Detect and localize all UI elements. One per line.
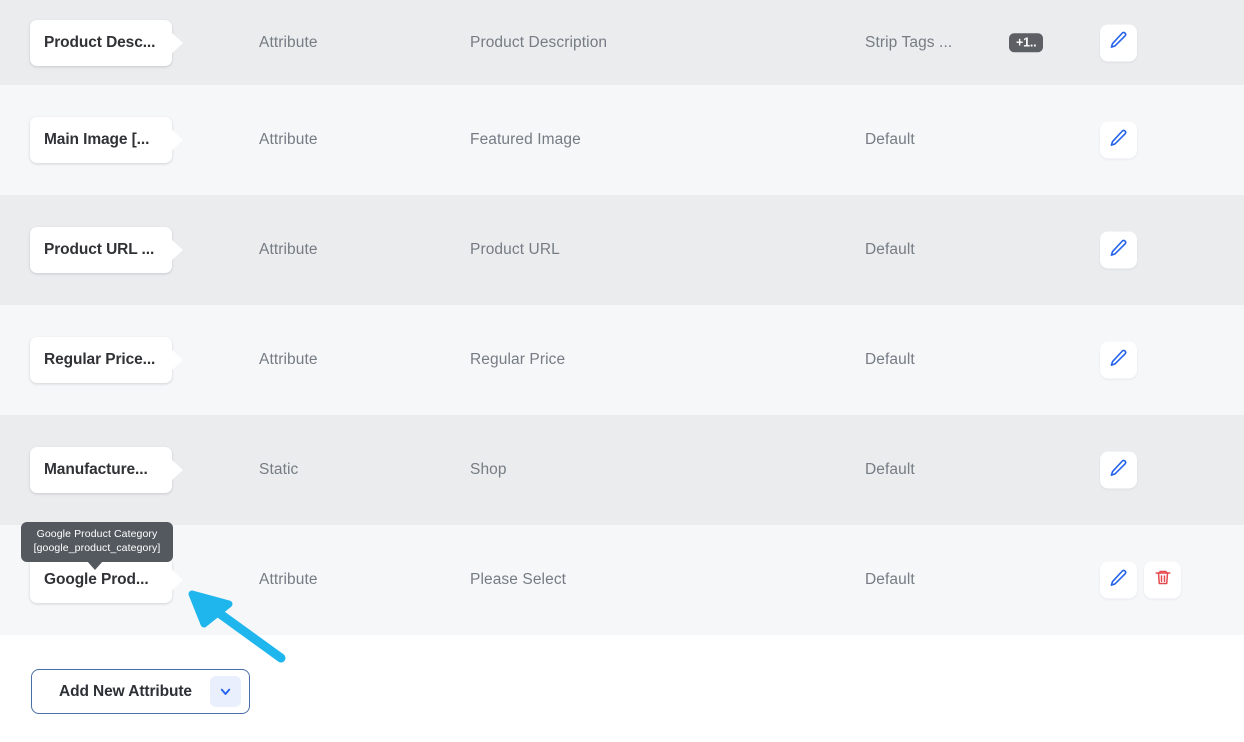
attribute-name-chip[interactable]: Main Image [... — [30, 117, 172, 163]
attribute-type-cell: Attribute — [259, 33, 318, 51]
attribute-type-cell: Attribute — [259, 241, 318, 258]
edit-row-button[interactable] — [1100, 24, 1137, 61]
edit-row-button[interactable] — [1100, 451, 1137, 489]
pencil-icon — [1109, 238, 1128, 262]
add-new-attribute-label: Add New Attribute — [59, 682, 192, 700]
attribute-name-chip[interactable]: Product URL ... — [30, 227, 172, 273]
edit-row-button[interactable] — [1100, 121, 1137, 159]
row-actions — [1100, 121, 1137, 159]
attribute-type-cell: Attribute — [259, 571, 318, 588]
attribute-mapping-table: Product Desc... Attribute Product Descri… — [0, 0, 1244, 643]
row-actions — [1100, 561, 1181, 599]
attribute-modifier-cell: Default — [865, 351, 915, 368]
attribute-value-cell: Please Select — [470, 571, 567, 588]
add-new-attribute-button[interactable]: Add New Attribute — [31, 669, 250, 714]
table-row[interactable]: Main Image [... Attribute Featured Image… — [0, 85, 1244, 195]
attribute-value-cell: Product URL — [470, 241, 560, 258]
pencil-icon — [1109, 31, 1128, 55]
attribute-value-cell: Product Description — [470, 33, 608, 51]
attribute-name-chip[interactable]: Manufacture... — [30, 447, 172, 493]
chevron-down-icon[interactable] — [209, 676, 241, 707]
pencil-icon — [1109, 128, 1128, 152]
attribute-modifier-cell: Default — [865, 241, 915, 258]
attribute-name-label: Product URL ... — [44, 241, 155, 258]
attribute-name-label: Regular Price... — [44, 351, 156, 368]
pencil-icon — [1109, 348, 1128, 372]
attribute-name-label: Manufacture... — [44, 461, 148, 478]
table-row[interactable]: Google Prod... Attribute Please Select D… — [0, 525, 1244, 635]
row-actions — [1100, 231, 1137, 269]
attribute-type-cell: Attribute — [259, 351, 318, 368]
feed-attribute-mapping-page: Product Desc... Attribute Product Descri… — [0, 0, 1244, 742]
attribute-name-tooltip: Google Product Category [google_product_… — [21, 522, 173, 570]
attribute-value-cell: Featured Image — [470, 131, 581, 148]
attribute-modifier-cell: Default — [865, 131, 915, 148]
edit-row-button[interactable] — [1100, 231, 1137, 269]
tooltip-key: [google_product_category] — [33, 541, 161, 554]
trash-icon — [1154, 569, 1172, 592]
edit-row-button[interactable] — [1100, 561, 1137, 599]
pencil-icon — [1109, 568, 1128, 592]
delete-row-button[interactable] — [1144, 561, 1181, 599]
attribute-name-chip[interactable]: Regular Price... — [30, 337, 172, 383]
attribute-modifier-cell: Strip Tags ... — [865, 33, 953, 51]
edit-row-button[interactable] — [1100, 341, 1137, 379]
attribute-modifier-cell: Default — [865, 461, 915, 478]
pencil-icon — [1109, 458, 1128, 482]
table-row[interactable]: Product Desc... Attribute Product Descri… — [0, 0, 1244, 85]
attribute-type-cell: Attribute — [259, 131, 318, 148]
attribute-modifier-cell: Default — [865, 571, 915, 588]
footer-action-bar: Add New Attribute Preview Feed Publish — [0, 643, 1244, 742]
attribute-name-label: Main Image [... — [44, 131, 150, 148]
row-actions — [1100, 341, 1137, 379]
tooltip-title: Google Product Category — [36, 528, 158, 540]
attribute-name-chip[interactable]: Product Desc... — [30, 19, 172, 66]
attribute-name-label: Product Desc... — [44, 33, 156, 51]
row-actions — [1100, 451, 1137, 489]
attribute-type-cell: Static — [259, 461, 299, 478]
table-row[interactable]: Product URL ... Attribute Product URL De… — [0, 195, 1244, 305]
table-row[interactable]: Regular Price... Attribute Regular Price… — [0, 305, 1244, 415]
attribute-name-label: Google Prod... — [44, 571, 149, 588]
row-actions — [1100, 24, 1137, 61]
table-row[interactable]: Manufacture... Static Shop Default — [0, 415, 1244, 525]
attribute-value-cell: Regular Price — [470, 351, 566, 368]
attribute-value-cell: Shop — [470, 461, 507, 478]
modifier-count-badge[interactable]: +1.. — [1009, 32, 1044, 53]
